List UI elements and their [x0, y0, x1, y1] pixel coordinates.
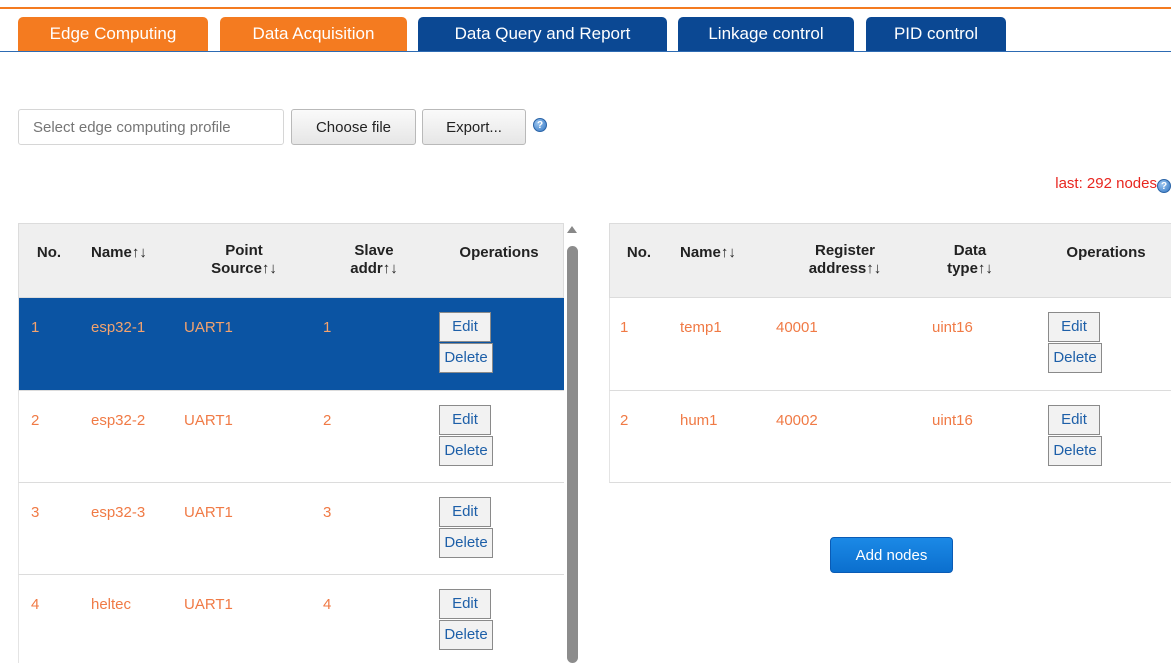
profile-file-input[interactable]	[18, 109, 284, 145]
scroll-up-arrow-icon[interactable]	[567, 226, 577, 233]
last-nodes-text: last: 292 nodes	[1055, 175, 1157, 192]
row-addr: 4	[323, 596, 332, 613]
col-slave-addr-line1: Slave	[354, 242, 394, 259]
nodes-table: No. Name↑↓ Register address↑↓ Data type↑…	[609, 223, 1171, 483]
row-name: esp32-3	[91, 504, 146, 521]
table-row[interactable]: 3 esp32-3 UART1 3 Edit Delete	[18, 483, 564, 575]
col-register-line2: address↑↓	[808, 260, 882, 277]
row-addr: 3	[323, 504, 332, 521]
col-register-line1: Register	[814, 242, 876, 259]
col-no: No.	[626, 244, 652, 261]
help-icon[interactable]: ?	[533, 118, 547, 132]
col-no: No.	[36, 244, 62, 261]
delete-button[interactable]: Delete	[1048, 343, 1102, 373]
delete-button[interactable]: Delete	[439, 436, 493, 466]
col-name[interactable]: Name↑↓	[79, 244, 174, 262]
edit-button[interactable]: Edit	[1048, 405, 1100, 435]
row-name: temp1	[680, 319, 722, 336]
delete-button[interactable]: Delete	[1048, 436, 1102, 466]
edit-button[interactable]: Edit	[439, 405, 491, 435]
col-name[interactable]: Name↑↓	[668, 244, 768, 262]
devices-table-header: No. Name↑↓ Point Source↑↓ Slave addr↑↓ O…	[18, 223, 564, 298]
delete-button[interactable]: Delete	[439, 620, 493, 650]
row-addr: 1	[323, 319, 332, 336]
row-no: 3	[31, 504, 40, 521]
col-point-source-line2: Source↑↓	[211, 260, 277, 277]
row-source: UART1	[184, 412, 233, 429]
delete-button[interactable]: Delete	[439, 343, 493, 373]
col-slave-addr[interactable]: Slave addr↑↓	[319, 242, 429, 278]
devices-scrollbar[interactable]	[564, 223, 580, 663]
row-name: hum1	[680, 412, 718, 429]
row-datatype: uint16	[932, 412, 973, 429]
edit-button[interactable]: Edit	[1048, 312, 1100, 342]
devices-table: No. Name↑↓ Point Source↑↓ Slave addr↑↓ O…	[18, 223, 564, 663]
col-slave-addr-line2: addr↑↓	[350, 260, 398, 277]
tab-pid-control[interactable]: PID control	[866, 17, 1006, 51]
top-accent-line	[0, 7, 1171, 9]
row-register: 40002	[776, 412, 818, 429]
nodes-table-header: No. Name↑↓ Register address↑↓ Data type↑…	[609, 223, 1171, 298]
edit-button[interactable]: Edit	[439, 312, 491, 342]
row-source: UART1	[184, 596, 233, 613]
table-row[interactable]: 1 esp32-1 UART1 1 Edit Delete	[18, 298, 564, 391]
row-addr: 2	[323, 412, 332, 429]
choose-file-button[interactable]: Choose file	[291, 109, 416, 145]
col-point-source[interactable]: Point Source↑↓	[189, 242, 299, 278]
row-register: 40001	[776, 319, 818, 336]
col-register-address[interactable]: Register address↑↓	[780, 242, 910, 278]
row-no: 2	[31, 412, 40, 429]
row-name: heltec	[91, 596, 132, 613]
row-name: esp32-2	[91, 412, 146, 429]
tab-data-acquisition[interactable]: Data Acquisition	[220, 17, 407, 51]
row-name: esp32-1	[91, 319, 146, 336]
tab-linkage-control[interactable]: Linkage control	[678, 17, 854, 51]
col-data-type-line1: Data	[953, 242, 987, 259]
row-source: UART1	[184, 319, 233, 336]
edit-button[interactable]: Edit	[439, 589, 491, 619]
table-row[interactable]: 2 esp32-2 UART1 2 Edit Delete	[18, 391, 564, 483]
scrollbar-thumb[interactable]	[567, 246, 578, 663]
table-row[interactable]: 4 heltec UART1 4 Edit Delete	[18, 575, 564, 663]
export-button[interactable]: Export...	[422, 109, 526, 145]
row-source: UART1	[184, 504, 233, 521]
last-nodes-info: last: 292 nodes?	[1055, 175, 1171, 193]
col-data-type[interactable]: Data type↑↓	[920, 242, 1020, 278]
row-no: 1	[31, 319, 40, 336]
row-no: 1	[620, 319, 629, 336]
col-data-type-line2: type↑↓	[947, 260, 993, 277]
row-no: 4	[31, 596, 40, 613]
row-no: 2	[620, 412, 629, 429]
tab-bar: Edge Computing Data Acquisition Data Que…	[0, 17, 1171, 52]
edit-button[interactable]: Edit	[439, 497, 491, 527]
help-icon[interactable]: ?	[1157, 179, 1171, 193]
tab-data-query-report[interactable]: Data Query and Report	[418, 17, 667, 51]
col-operations: Operations	[459, 244, 539, 261]
table-row[interactable]: 2 hum1 40002 uint16 Edit Delete	[609, 391, 1171, 483]
delete-button[interactable]: Delete	[439, 528, 493, 558]
tab-edge-computing[interactable]: Edge Computing	[18, 17, 208, 51]
table-row[interactable]: 1 temp1 40001 uint16 Edit Delete	[609, 298, 1171, 391]
row-datatype: uint16	[932, 319, 973, 336]
add-nodes-button[interactable]: Add nodes	[830, 537, 953, 573]
col-operations: Operations	[1066, 244, 1146, 261]
col-point-source-line1: Point	[225, 242, 263, 259]
